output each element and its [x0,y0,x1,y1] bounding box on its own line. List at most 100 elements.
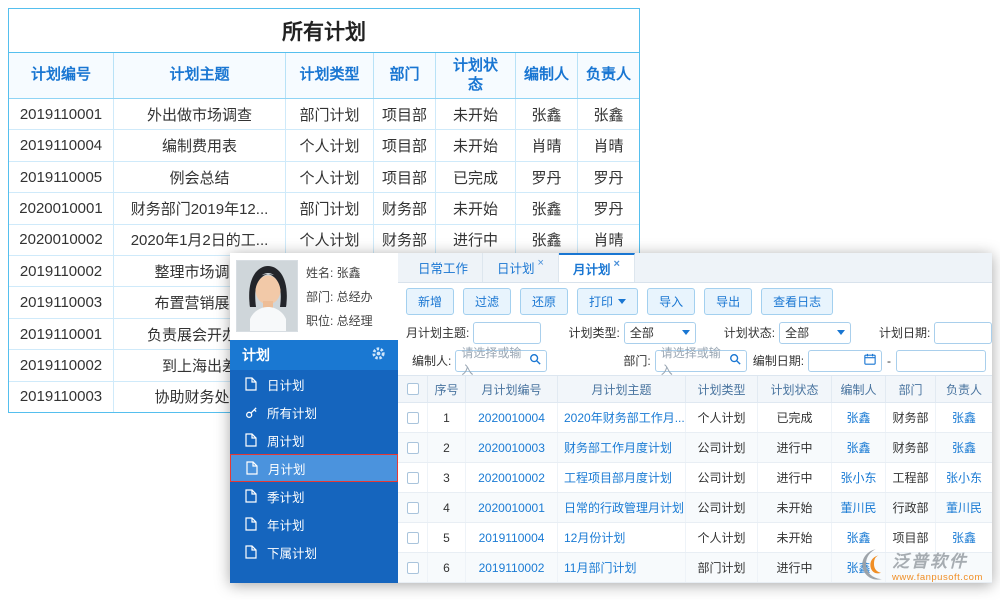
table-row[interactable]: 2020010001 财务部门2019年12... 部门计划 财务部 未开始 张… [9,193,639,224]
cell-no: 5 [428,523,466,552]
cell-compiler: 张鑫 [516,193,578,223]
cell-subject-link[interactable]: 财务部工作月度计划 [558,433,686,462]
checkbox[interactable] [407,472,419,484]
cell-plan-code: 2019110001 [9,99,114,129]
restore-button[interactable]: 还原 [520,288,568,315]
cell-owner-link[interactable]: 张小东 [936,463,992,492]
filter-button[interactable]: 过滤 [463,288,511,315]
add-button[interactable]: 新增 [406,288,454,315]
cell-owner: 肖晴 [578,130,639,160]
tab-label: 月计划 [573,259,611,278]
table-row[interactable]: 2020010002 2020年1月2日的工... 个人计划 财务部 进行中 张… [9,225,639,256]
sidebar-item-year-plan[interactable]: 年计划 [230,510,398,538]
cell-dept: 财务部 [886,403,936,432]
checkbox[interactable] [407,412,419,424]
cell-subject-link[interactable]: 日常的行政管理月计划 [558,493,686,522]
cell-compiler-link[interactable]: 张鑫 [832,433,886,462]
cell-plan-code-link[interactable]: 2020010003 [466,433,558,462]
screen: 所有计划 计划编号 计划主题 计划类型 部门 计划状态 编制人 负责人 2019… [0,0,1000,600]
cell-type: 部门计划 [686,553,758,582]
cell-plan-code-link[interactable]: 2019110004 [466,523,558,552]
sidebar-item-label: 周计划 [267,431,305,450]
print-button[interactable]: 打印 [577,288,638,315]
compile-date-end-input[interactable] [896,350,986,372]
table-row[interactable]: 3 2020010002 工程项目部月度计划 公司计划 进行中 张小东 工程部 … [398,463,992,493]
chevron-down-icon [837,330,845,335]
cell-plan-type: 部门计划 [286,99,374,129]
tab-daily-work[interactable]: 日常工作 [404,253,483,282]
export-button[interactable]: 导出 [704,288,752,315]
close-icon[interactable]: × [613,258,619,270]
sidebar-item-label: 月计划 [268,459,306,478]
search-icon[interactable] [729,353,741,368]
tab-month-plan[interactable]: 月计划 × [559,253,635,282]
watermark-url: www.fanpusoft.com [892,572,983,583]
column-header: 计划主题 [114,53,286,98]
cell-status: 进行中 [758,433,832,462]
column-header: 部门 [886,376,936,402]
search-icon[interactable] [529,353,541,368]
table-row[interactable]: 1 2020010004 2020年财务部工作月... 个人计划 已完成 张鑫 … [398,403,992,433]
dept-filter-label: 部门: [623,352,650,369]
cell-compiler-link[interactable]: 张小东 [832,463,886,492]
sidebar-item-week-plan[interactable]: 周计划 [230,426,398,454]
status-filter-select[interactable]: 全部 [779,322,851,344]
cell-status: 未开始 [436,99,516,129]
tab-label: 日常工作 [418,258,468,277]
checkbox[interactable] [407,502,419,514]
import-button[interactable]: 导入 [647,288,695,315]
cell-no: 6 [428,553,466,582]
cell-compiler-link[interactable]: 董川民 [832,493,886,522]
tab-day-plan[interactable]: 日计划 × [483,253,559,282]
cell-subject-link[interactable]: 工程项目部月度计划 [558,463,686,492]
cell-plan-code-link[interactable]: 2020010004 [466,403,558,432]
cell-plan-type: 个人计划 [286,130,374,160]
user-profile: 姓名: 张鑫 部门: 总经办 职位: 总经理 [230,253,398,340]
column-header: 月计划主题 [558,376,686,402]
table-row[interactable]: 2019110005 例会总结 个人计划 项目部 已完成 罗丹 罗丹 [9,162,639,193]
checkbox[interactable] [407,383,419,395]
calendar-icon[interactable] [864,353,876,368]
table-row[interactable]: 2019110001 外出做市场调查 部门计划 项目部 未开始 张鑫 张鑫 [9,99,639,130]
table-row[interactable]: 2 2020010003 财务部工作月度计划 公司计划 进行中 张鑫 财务部 张… [398,433,992,463]
cell-subject-link[interactable]: 11月部门计划 [558,553,686,582]
cell-no: 4 [428,493,466,522]
cell-plan-subject: 外出做市场调查 [114,99,286,129]
cell-subject-link[interactable]: 2020年财务部工作月... [558,403,686,432]
cell-owner-link[interactable]: 张鑫 [936,403,992,432]
plan-date-input[interactable] [934,322,992,344]
sidebar-item-month-plan[interactable]: 月计划 [230,454,398,482]
filter-row-2: 编制人: 请选择或输入 部门: 请选择或输入 编制日期: [398,346,992,375]
sidebar-item-all-plans[interactable]: 所有计划 [230,398,398,426]
close-icon[interactable]: × [538,257,544,269]
cell-compiler-link[interactable]: 张鑫 [832,403,886,432]
dept-filter-input[interactable]: 请选择或输入 [655,350,747,372]
sidebar-item-label: 季计划 [267,487,305,506]
sidebar-item-subordinate-plan[interactable]: 下属计划 [230,538,398,566]
cell-owner-link[interactable]: 张鑫 [936,433,992,462]
view-log-button[interactable]: 查看日志 [761,288,833,315]
cell-status: 进行中 [436,225,516,255]
cell-plan-code-link[interactable]: 2020010001 [466,493,558,522]
sidebar-item-quarter-plan[interactable]: 季计划 [230,482,398,510]
cell-plan-type: 部门计划 [286,193,374,223]
gear-icon[interactable] [371,346,386,364]
cell-plan-code: 2020010001 [9,193,114,223]
cell-dept: 财务部 [374,225,436,255]
tab-bar: 日常工作 日计划 × 月计划 × [398,253,992,283]
table-row[interactable]: 2019110004 编制费用表 个人计划 项目部 未开始 肖晴 肖晴 [9,130,639,161]
checkbox[interactable] [407,532,419,544]
cell-plan-code-link[interactable]: 2020010002 [466,463,558,492]
cell-subject-link[interactable]: 12月份计划 [558,523,686,552]
type-filter-select[interactable]: 全部 [624,322,696,344]
checkbox[interactable] [407,442,419,454]
sidebar-item-day-plan[interactable]: 日计划 [230,370,398,398]
table-row[interactable]: 4 2020010001 日常的行政管理月计划 公司计划 未开始 董川民 行政部… [398,493,992,523]
subject-filter-input[interactable] [473,322,540,344]
column-header: 月计划编号 [466,376,558,402]
compiler-filter-input[interactable]: 请选择或输入 [455,350,547,372]
cell-plan-code-link[interactable]: 2019110002 [466,553,558,582]
cell-owner-link[interactable]: 董川民 [936,493,992,522]
compile-date-start-input[interactable] [808,350,882,372]
checkbox[interactable] [407,562,419,574]
